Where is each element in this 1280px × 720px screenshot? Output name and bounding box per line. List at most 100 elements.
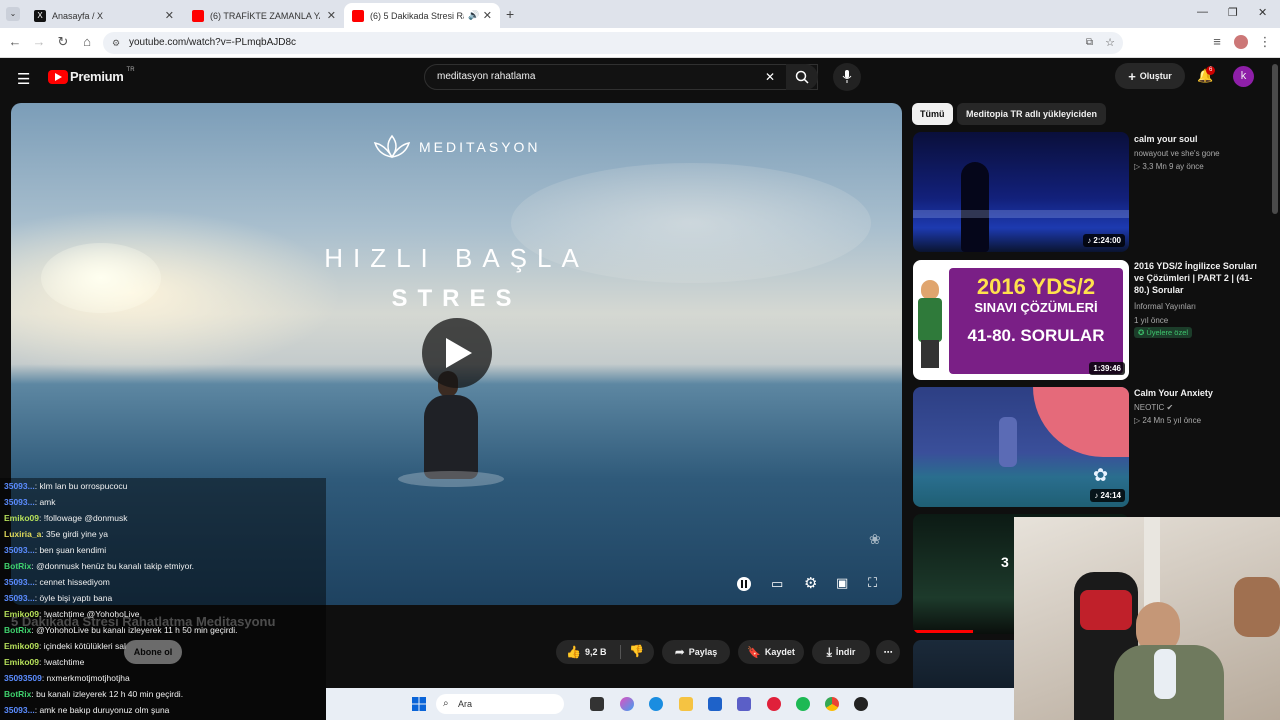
url-text: youtube.com/watch?v=-PLmqbAJD8c [129, 37, 297, 48]
tab-title: (6) 5 Dakikada Stresi Rahatl [370, 10, 464, 21]
brand-text: MEDITASYON [419, 139, 541, 155]
like-count[interactable]: 9,2 B [585, 647, 607, 657]
teams-icon[interactable] [737, 697, 751, 711]
rec-channel-2[interactable]: İnformal Yayınları [1134, 300, 1196, 313]
search-button[interactable] [786, 64, 818, 90]
copilot-icon[interactable] [620, 697, 634, 711]
search-input[interactable]: meditasyon rahatlama [437, 71, 535, 82]
rec-meta-3: ▷ 24 Mn 5 yıl önce [1134, 416, 1202, 425]
rec-title-2[interactable]: 2016 YDS/2 İngilizce Soruları ve Çözümle… [1134, 260, 1264, 296]
tab-meditation-active[interactable]: (6) 5 Dakikada Stresi Rahatl 🔊 ✕ [344, 3, 500, 28]
youtube-favicon-icon [192, 9, 204, 22]
tab-search-button[interactable]: ⌄ [6, 7, 20, 21]
chrome-icon[interactable] [825, 697, 839, 711]
chat-message: 35093...: amk ne bakıp duruyonuz olm şun… [0, 702, 326, 718]
obs-icon[interactable] [854, 697, 868, 711]
page-scrollbar[interactable] [1272, 64, 1278, 214]
chat-message: BotRix: bu kanalı izleyerek 12 h 40 min … [0, 686, 326, 702]
chat-username: 35093... [4, 593, 35, 603]
search-box[interactable]: meditasyon rahatlama ✕ [424, 64, 818, 90]
chat-text: : !watchtime [38, 657, 85, 667]
microphone-stand [1154, 649, 1176, 699]
maximize-button[interactable]: ❐ [1228, 6, 1238, 19]
chat-username: Emiko09 [4, 609, 39, 619]
chat-username: Emiko09 [4, 657, 39, 667]
chip-all[interactable]: Tümü [912, 103, 953, 125]
play-button[interactable] [422, 318, 492, 388]
window-close-button[interactable]: ✕ [1258, 6, 1267, 19]
save-button[interactable]: 🔖 Kaydet [738, 640, 804, 664]
site-info-icon[interactable]: ⚙ [112, 32, 120, 54]
account-avatar[interactable]: k [1233, 66, 1254, 87]
reload-icon[interactable]: ↻ [54, 34, 72, 50]
settings-gear-icon[interactable]: ⚙ [804, 574, 817, 592]
profile-avatar[interactable] [1234, 35, 1248, 49]
media-controls-icon[interactable]: ≡ [1208, 34, 1226, 49]
windows-start-icon[interactable] [412, 697, 426, 711]
chat-message: BotRix: @YohohoLive bu kanalı izleyerek … [0, 622, 326, 638]
task-view-icon[interactable] [590, 697, 604, 711]
like-divider [620, 645, 621, 659]
tab-x-home[interactable]: X Anasayfa / X ✕ [26, 3, 182, 28]
close-tab-icon[interactable]: ✕ [483, 9, 492, 22]
edge-icon[interactable] [649, 697, 663, 711]
home-icon[interactable]: ⌂ [78, 34, 96, 49]
chat-text: : klm lan bu orrospucocu [34, 481, 128, 491]
clear-search-icon[interactable]: ✕ [765, 70, 775, 84]
browser-toolbar: ← → ↻ ⌂ ⚙ youtube.com/watch?v=-PLmqbAJD8… [0, 28, 1280, 58]
file-explorer-icon[interactable] [679, 697, 693, 711]
watch-progress-bar [913, 630, 973, 633]
share-label: Paylaş [688, 647, 718, 657]
spotify-icon[interactable] [796, 697, 810, 711]
back-arrow-icon[interactable]: ← [6, 34, 24, 49]
rec-channel-1[interactable]: nowayout ve she's gone [1134, 147, 1220, 160]
chat-username: Emiko09 [4, 513, 39, 523]
like-thumb-icon[interactable]: 👍 [566, 645, 581, 659]
play-icon [446, 338, 472, 368]
dislike-thumb-icon[interactable]: 👎 [629, 644, 644, 658]
tab-trafikte[interactable]: (6) TRAFİKTE ZAMANLA YARIŞ ... ✕ [184, 3, 344, 28]
theater-mode-icon[interactable]: ▣ [836, 575, 848, 591]
chat-message: 35093...: öyle bişi yaptı bana [0, 590, 326, 606]
hamburger-menu-icon[interactable]: ☰ [17, 70, 30, 88]
thumb-text-cozumleri: SINAVI ÇÖZÜMLERİ [974, 300, 1098, 315]
share-button[interactable]: ➦ Paylaş [662, 640, 730, 664]
chat-text: : amk ne bakıp duruyonuz olm şuna [34, 705, 170, 715]
new-tab-button[interactable]: + [506, 6, 514, 22]
rec-channel-3[interactable]: NEOTIC ✔ [1134, 401, 1173, 414]
autoplay-toggle[interactable] [737, 577, 751, 591]
download-button[interactable]: ⤓ İndir [812, 640, 870, 664]
audio-playing-icon[interactable]: 🔊 [468, 10, 479, 21]
outlook-icon[interactable] [708, 697, 722, 711]
taskbar-search[interactable]: ⌕ Ara [436, 694, 564, 714]
opera-icon[interactable] [767, 697, 781, 711]
close-tab-icon[interactable]: ✕ [165, 9, 174, 22]
bookmark-star-icon[interactable]: ☆ [1105, 32, 1115, 54]
forward-arrow-icon[interactable]: → [30, 34, 48, 49]
rec-thumbnail-2[interactable]: 2016 YDS/2 SINAVI ÇÖZÜMLERİ 41-80. SORUL… [913, 260, 1129, 380]
youtube-logo[interactable]: Premium TR [48, 67, 135, 84]
chat-message: 35093...: cennet hissediyom [0, 574, 326, 590]
rec-thumbnail-3[interactable]: ✿ ♪ 24:14 [913, 387, 1129, 507]
rec-title-1[interactable]: calm your soul [1134, 133, 1264, 145]
chat-message: Emiko09: !watchtime [0, 654, 326, 670]
create-button[interactable]: + Oluştur [1115, 63, 1185, 89]
browser-menu-icon[interactable]: ⋮ [1256, 34, 1274, 50]
voice-search-button[interactable] [833, 63, 861, 91]
channel-watermark-icon[interactable]: ❀ [869, 531, 881, 548]
chip-uploader[interactable]: Meditopia TR adlı yükleyiciden [957, 103, 1107, 125]
minimize-button[interactable]: — [1197, 6, 1208, 18]
close-tab-icon[interactable]: ✕ [327, 9, 336, 22]
rec-title-3[interactable]: Calm Your Anxiety [1134, 387, 1264, 399]
install-app-icon[interactable]: ⧉ [1086, 32, 1093, 54]
rec-thumbnail-1[interactable]: ♪ 2:24:00 [913, 132, 1129, 252]
address-bar[interactable]: ⚙ youtube.com/watch?v=-PLmqbAJD8c ⧉ ☆ [103, 32, 1123, 54]
more-actions-button[interactable]: ⋯ [876, 640, 900, 664]
fullscreen-icon[interactable]: ⛶ [868, 575, 877, 591]
subtitles-icon[interactable]: ▭ [771, 576, 783, 592]
taskbar-search-label: Ara [458, 699, 473, 709]
chat-username: BotRix [4, 625, 32, 635]
lotus-icon [373, 134, 411, 159]
meditasyon-logo: MEDITASYON [373, 133, 541, 161]
tab-title: Anasayfa / X [52, 10, 104, 21]
